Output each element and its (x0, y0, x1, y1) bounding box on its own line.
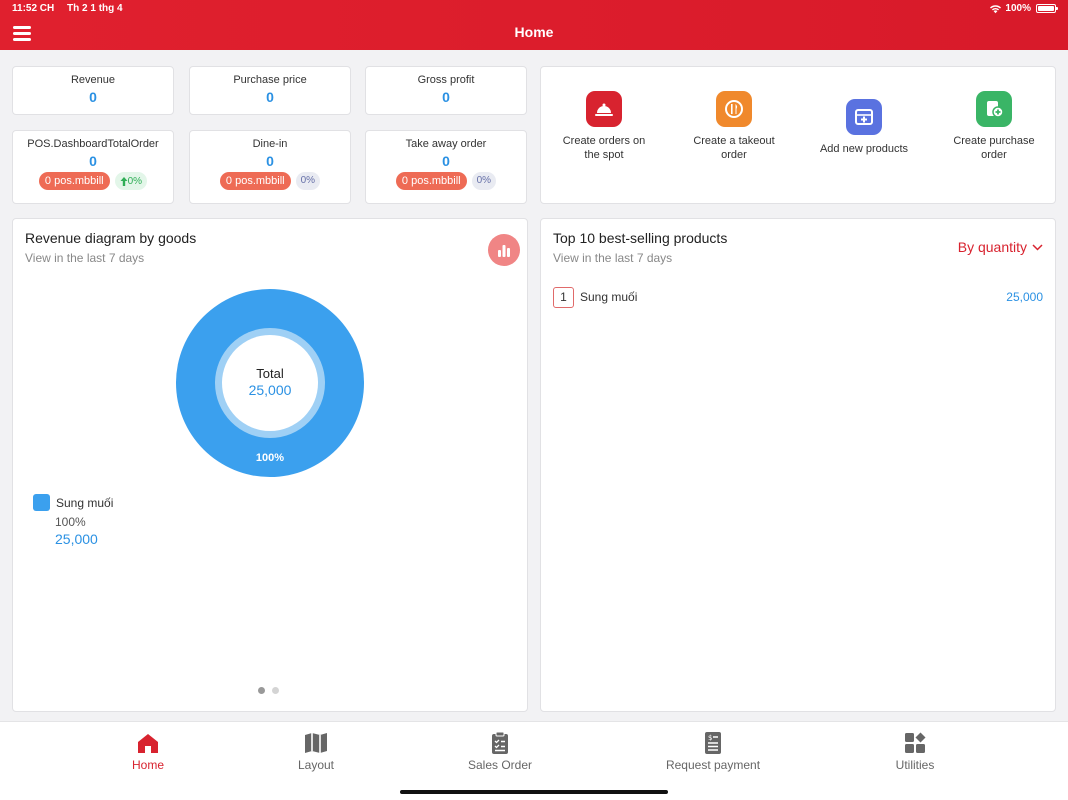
dine-in-change-badge: 0% (295, 172, 321, 190)
utilities-grid-icon (905, 732, 926, 753)
chart-type-button[interactable] (488, 234, 520, 266)
nav-request-payment-label: Request payment (665, 758, 761, 772)
top-products-title: Top 10 best-selling products (553, 230, 728, 246)
create-takeout-order-button[interactable]: Create a takeout order (689, 91, 779, 162)
pagination-dots (258, 687, 279, 694)
purchase-price-card[interactable]: Purchase price 0 (189, 66, 351, 115)
donut-total-label: Total (256, 366, 284, 381)
product-row[interactable]: 1 Sung muối 25,000 (553, 286, 1043, 308)
dine-in-card[interactable]: Dine-in 0 0 pos.mbbill 0% (189, 130, 351, 204)
top-bar: 11:52 CH Th 2 1 thg 4 100% Home (0, 0, 1068, 50)
purchase-price-value: 0 (266, 89, 274, 105)
create-onspot-order-label: Create orders on the spot (562, 135, 646, 161)
legend-value: 25,000 (55, 531, 98, 547)
status-date: Th 2 1 thg 4 (67, 3, 123, 14)
nav-request-payment[interactable]: $ Request payment (653, 730, 773, 772)
invoice-icon: $ (705, 732, 721, 754)
quick-action-icon-bg-3 (976, 91, 1012, 127)
status-bar-left: 11:52 CH Th 2 1 thg 4 (12, 3, 123, 14)
nav-utilities-label: Utilities (895, 758, 935, 772)
revenue-label: Revenue (70, 74, 116, 86)
create-onspot-order-button[interactable]: Create orders on the spot (559, 91, 649, 162)
chart-legend: Sung muối 100% 25,000 (33, 494, 113, 547)
total-order-card[interactable]: POS.DashboardTotalOrder 0 0 pos.mbbill 0… (12, 130, 174, 204)
add-new-products-label: Add new products (819, 143, 909, 155)
svg-text:$: $ (708, 734, 712, 742)
battery-icon (1036, 4, 1058, 13)
donut-slice-label: 100% (256, 452, 284, 464)
gross-profit-value: 0 (442, 89, 450, 105)
purchase-price-label: Purchase price (233, 74, 307, 86)
sort-dropdown[interactable]: By quantity (958, 239, 1043, 255)
take-away-card[interactable]: Take away order 0 0 pos.mbbill 0% (365, 130, 527, 204)
nav-home[interactable]: Home (118, 730, 178, 772)
add-product-box-icon (855, 109, 873, 125)
quick-actions-panel: Create orders on the spot Create a takeo… (540, 66, 1056, 204)
legend-percent: 100% (55, 515, 86, 529)
total-order-label: POS.DashboardTotalOrder (27, 138, 159, 150)
nav-layout[interactable]: Layout (286, 730, 346, 772)
create-purchase-order-button[interactable]: Create purchase order (949, 91, 1039, 162)
arrow-up-icon (120, 176, 128, 186)
nav-sales-order-label: Sales Order (467, 758, 533, 772)
page-dot[interactable] (272, 687, 279, 694)
revenue-diagram-title: Revenue diagram by goods (25, 230, 197, 246)
page-dot-active[interactable] (258, 687, 265, 694)
sort-dropdown-label: By quantity (957, 239, 1027, 255)
revenue-value: 0 (89, 89, 97, 105)
home-indicator (400, 790, 668, 794)
total-order-change-badge: 0% (114, 172, 148, 190)
status-bar-right: 100% (989, 3, 1058, 14)
bottom-nav: Home Layout Sales Order $ Request paymen… (0, 721, 1068, 800)
purchase-order-icon (987, 101, 1004, 118)
quick-action-icon-bg-0 (586, 91, 622, 127)
total-order-change-text: 0% (127, 175, 143, 187)
create-takeout-order-label: Create a takeout order (693, 135, 775, 161)
donut-total-value: 25,000 (249, 382, 292, 398)
gross-profit-card[interactable]: Gross profit 0 (365, 66, 527, 115)
chevron-down-icon (1032, 243, 1043, 251)
page-title: Home (514, 24, 554, 40)
product-name: Sung muối (580, 290, 638, 304)
dine-in-label: Dine-in (252, 138, 288, 150)
home-icon (138, 734, 158, 753)
take-away-label: Take away order (405, 138, 487, 150)
legend-swatch (33, 494, 50, 511)
total-order-bill-badge: 0 pos.mbbill (38, 172, 110, 190)
serving-dish-icon (595, 103, 613, 116)
nav-layout-label: Layout (297, 758, 335, 772)
product-value: 25,000 (1006, 290, 1043, 304)
legend-name: Sung muối (56, 495, 114, 510)
legend-item: Sung muối (33, 494, 113, 511)
top-products-panel: Top 10 best-selling products View in the… (540, 218, 1056, 712)
nav-sales-order[interactable]: Sales Order (460, 730, 540, 772)
product-rank-badge: 1 (553, 286, 574, 308)
bar-chart-icon (498, 245, 510, 257)
dine-in-value: 0 (266, 153, 274, 169)
quick-action-icon-bg-1 (716, 91, 752, 127)
map-icon (305, 733, 327, 753)
clipboard-checklist-icon (492, 731, 508, 754)
revenue-diagram-panel: Revenue diagram by goods View in the las… (12, 218, 528, 712)
revenue-card[interactable]: Revenue 0 (12, 66, 174, 115)
nav-home-label: Home (131, 758, 164, 772)
top-products-subtitle: View in the last 7 days (553, 251, 673, 265)
battery-percent: 100% (1005, 3, 1031, 14)
status-time: 11:52 CH (12, 3, 55, 14)
take-away-change-badge: 0% (471, 172, 497, 190)
revenue-diagram-subtitle: View in the last 7 days (25, 251, 145, 265)
take-away-value: 0 (442, 153, 450, 169)
take-away-bill-badge: 0 pos.mbbill (395, 172, 467, 190)
dine-in-bill-badge: 0 pos.mbbill (219, 172, 291, 190)
total-order-value: 0 (89, 153, 97, 169)
quick-action-icon-bg-2 (846, 99, 882, 135)
gross-profit-label: Gross profit (417, 74, 475, 86)
create-purchase-order-label: Create purchase order (953, 135, 1035, 161)
add-new-products-button[interactable]: Add new products (819, 99, 909, 156)
nav-utilities[interactable]: Utilities (885, 730, 945, 772)
wifi-icon (990, 4, 1002, 13)
takeout-cutlery-icon (725, 100, 743, 118)
